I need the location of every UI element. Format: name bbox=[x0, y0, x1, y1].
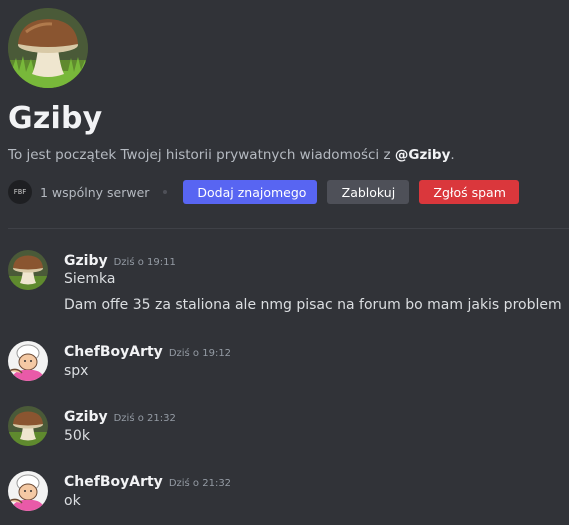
message-author[interactable]: Gziby bbox=[64, 253, 108, 269]
message-header: ChefBoyArty Dziś o 21:32 bbox=[64, 471, 231, 490]
chef-avatar[interactable] bbox=[8, 341, 48, 381]
message-header: Gziby Dziś o 21:32 bbox=[64, 406, 176, 425]
message-text: spx bbox=[64, 363, 89, 379]
report-spam-button[interactable]: Zgłoś spam bbox=[419, 180, 520, 204]
mushroom-avatar[interactable] bbox=[8, 406, 48, 446]
separator-dot bbox=[163, 190, 168, 194]
message-author[interactable]: ChefBoyArty bbox=[64, 344, 163, 360]
message-header: ChefBoyArty Dziś o 19:12 bbox=[64, 341, 231, 360]
message-author[interactable]: ChefBoyArty bbox=[64, 474, 163, 490]
page-title: Gziby bbox=[8, 101, 103, 136]
chef-icon bbox=[8, 341, 48, 381]
divider bbox=[8, 228, 569, 229]
message-timestamp: Dziś o 21:32 bbox=[168, 478, 232, 489]
message-timestamp: Dziś o 19:12 bbox=[168, 348, 232, 359]
profile-avatar[interactable] bbox=[8, 8, 88, 88]
message-header: Gziby Dziś o 19:11 bbox=[64, 250, 176, 269]
message-text: 50k bbox=[64, 428, 90, 444]
mushroom-avatar[interactable] bbox=[8, 250, 48, 290]
profile-actions: FBF 1 wspólny serwer Dodaj znajomego Zab… bbox=[8, 180, 520, 204]
chef-icon bbox=[8, 471, 48, 511]
user-mention[interactable]: @Gziby bbox=[395, 147, 451, 163]
message-author[interactable]: Gziby bbox=[64, 409, 108, 425]
dm-intro-text: To jest początek Twojej historii prywatn… bbox=[8, 147, 455, 163]
message-timestamp: Dziś o 21:32 bbox=[113, 413, 176, 424]
mushroom-icon bbox=[8, 250, 48, 290]
mutual-servers-link[interactable]: 1 wspólny serwer bbox=[40, 185, 149, 200]
server-icon[interactable]: FBF bbox=[8, 180, 32, 204]
message-text: ok bbox=[64, 493, 81, 509]
message-text: Dam offe 35 za staliona ale nmg pisac na… bbox=[64, 297, 562, 313]
message-text: Siemka bbox=[64, 271, 116, 287]
chef-avatar[interactable] bbox=[8, 471, 48, 511]
block-button[interactable]: Zablokuj bbox=[327, 180, 410, 204]
add-friend-button[interactable]: Dodaj znajomego bbox=[183, 180, 318, 204]
mushroom-icon bbox=[8, 406, 48, 446]
message-timestamp: Dziś o 19:11 bbox=[113, 257, 176, 268]
mushroom-icon bbox=[8, 8, 88, 88]
